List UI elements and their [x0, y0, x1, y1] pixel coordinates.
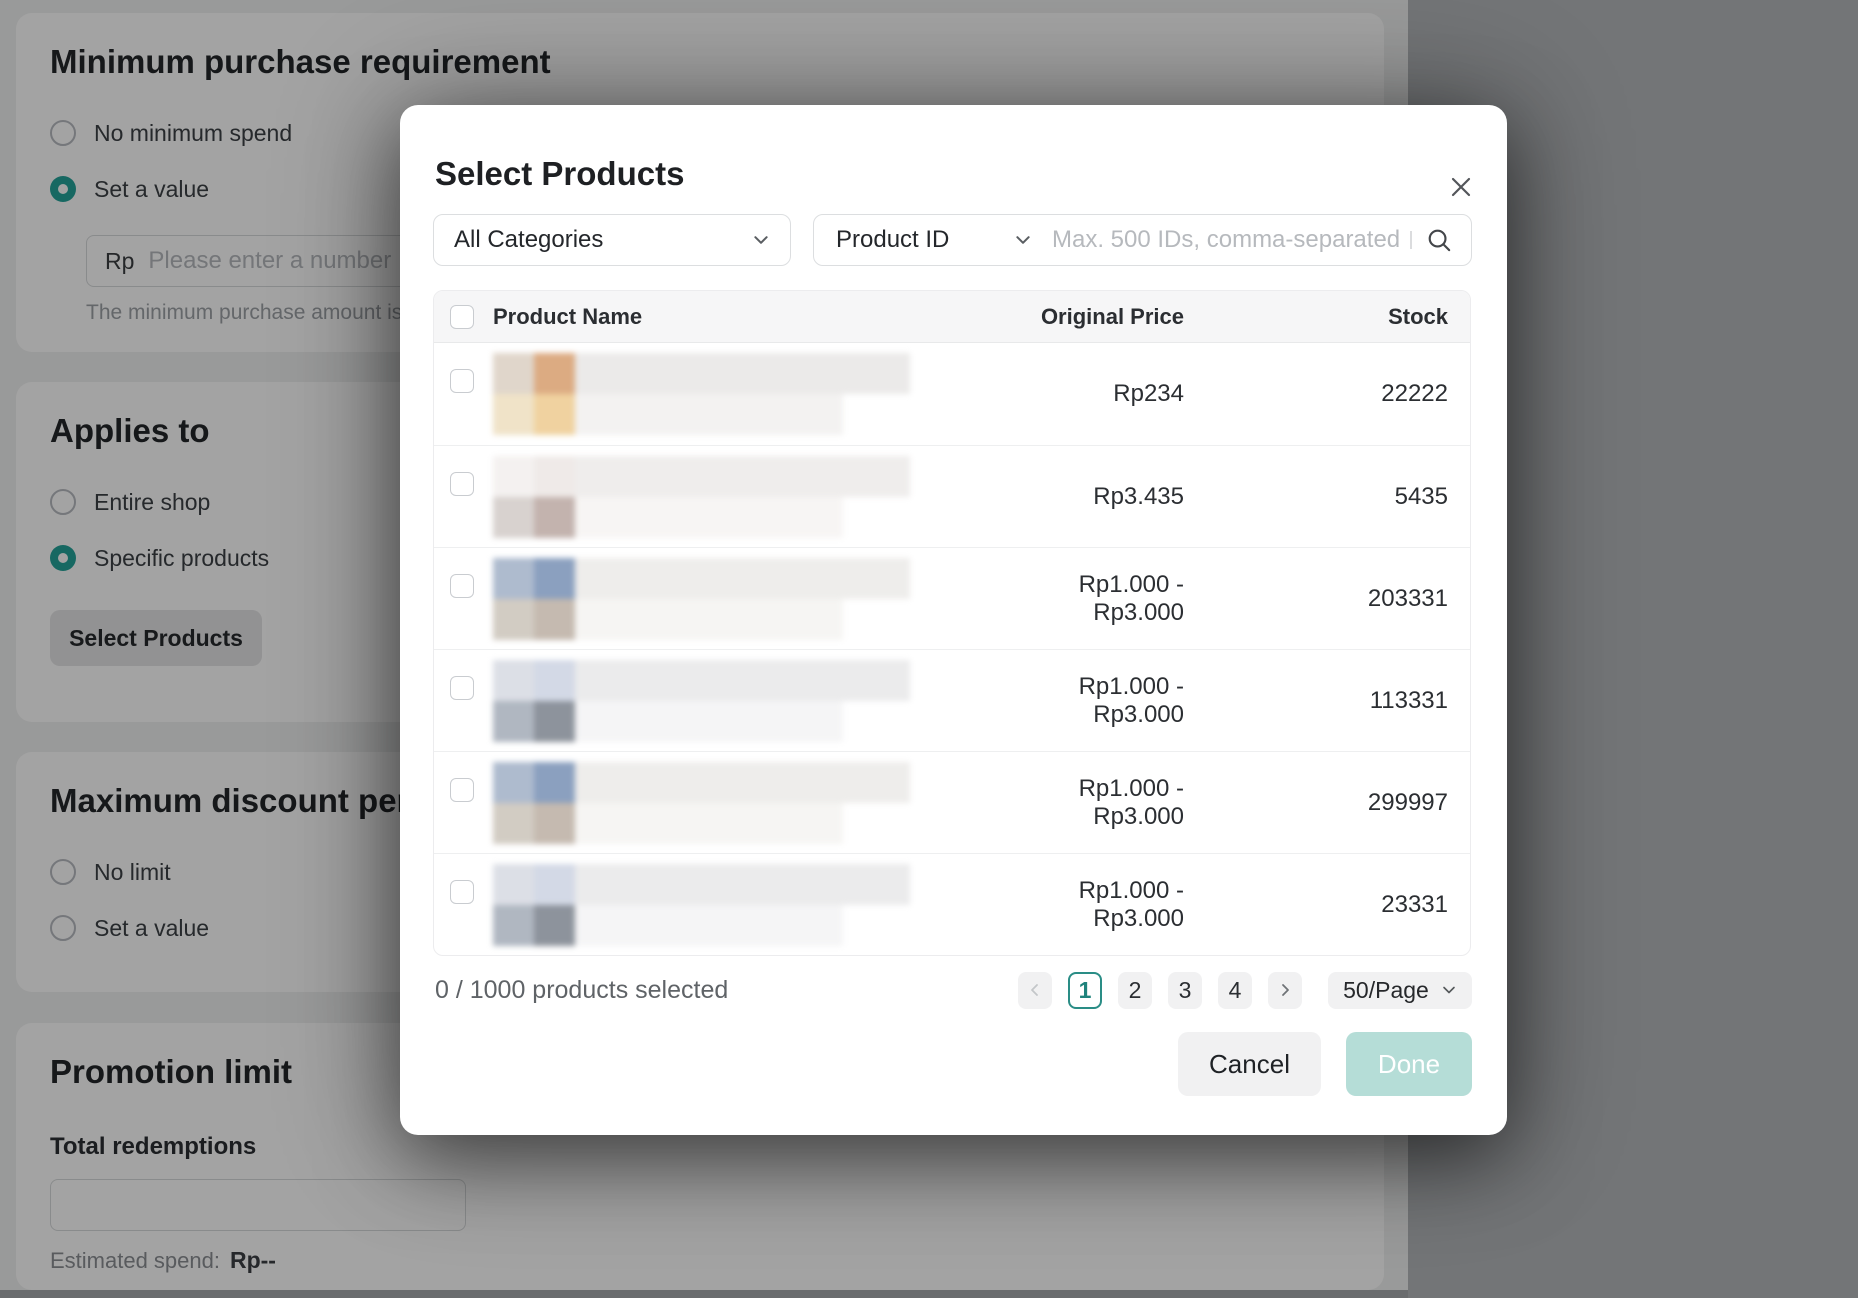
pagination: 1234 50/Page	[1018, 971, 1472, 1009]
filter-row: All Categories Product ID	[433, 214, 1472, 266]
cell-stock: 22222	[1184, 380, 1448, 408]
blurred-product-thumbnail	[493, 558, 910, 640]
category-value: All Categories	[454, 226, 603, 254]
category-dropdown[interactable]: All Categories	[433, 214, 791, 266]
table-row: Rp1.000 - Rp3.000203331	[434, 547, 1470, 649]
pagination-next-icon[interactable]	[1268, 972, 1302, 1009]
product-id-search-group: Product ID	[813, 214, 1472, 266]
chevron-down-icon	[752, 231, 770, 249]
page-size-dropdown[interactable]: 50/Page	[1328, 972, 1472, 1009]
header-stock: Stock	[1184, 304, 1448, 330]
search-type-dropdown[interactable]: Product ID	[814, 226, 1052, 254]
table-header-row: Product Name Original Price Stock	[434, 291, 1470, 343]
cell-stock: 299997	[1184, 789, 1448, 817]
modal-title: Select Products	[435, 155, 684, 193]
row-checkbox[interactable]	[450, 778, 474, 802]
cell-original-price: Rp234	[994, 380, 1184, 408]
blurred-product-thumbnail	[493, 456, 910, 538]
pagination-prev-icon[interactable]	[1018, 972, 1052, 1009]
cell-original-price: Rp1.000 - Rp3.000	[994, 877, 1184, 933]
table-row: Rp1.000 - Rp3.000299997	[434, 751, 1470, 853]
blurred-product-thumbnail	[493, 864, 910, 946]
search-type-value: Product ID	[836, 226, 949, 254]
close-icon[interactable]	[1445, 171, 1477, 203]
table-row: Rp23422222	[434, 343, 1470, 445]
cell-stock: 5435	[1184, 483, 1448, 511]
table-row: Rp1.000 - Rp3.000113331	[434, 649, 1470, 751]
row-checkbox[interactable]	[450, 472, 474, 496]
blurred-product-thumbnail	[493, 660, 910, 742]
page-size-value: 50/Page	[1343, 977, 1429, 1004]
blurred-product-thumbnail	[493, 353, 910, 435]
table-body: Rp23422222Rp3.4355435Rp1.000 - Rp3.00020…	[434, 343, 1470, 955]
done-button[interactable]: Done	[1346, 1032, 1472, 1096]
select-all-checkbox[interactable]	[450, 305, 474, 329]
table-row: Rp3.4355435	[434, 445, 1470, 547]
row-checkbox[interactable]	[450, 574, 474, 598]
row-checkbox[interactable]	[450, 676, 474, 700]
blurred-product-thumbnail	[493, 762, 910, 844]
cell-original-price: Rp3.435	[994, 483, 1184, 511]
chevron-down-icon	[1014, 231, 1032, 249]
selected-count: 0 / 1000 products selected	[435, 971, 728, 1009]
divider	[1410, 231, 1412, 249]
cell-stock: 23331	[1184, 891, 1448, 919]
cell-stock: 113331	[1184, 687, 1448, 715]
cell-original-price: Rp1.000 - Rp3.000	[994, 673, 1184, 729]
cell-original-price: Rp1.000 - Rp3.000	[994, 775, 1184, 831]
header-product-name: Product Name	[493, 304, 642, 330]
pagination-page-3[interactable]: 3	[1168, 972, 1202, 1009]
header-original-price: Original Price	[994, 304, 1184, 330]
product-id-search-input[interactable]	[1052, 226, 1402, 254]
pagination-page-1[interactable]: 1	[1068, 972, 1102, 1009]
pagination-page-2[interactable]: 2	[1118, 972, 1152, 1009]
cell-stock: 203331	[1184, 585, 1448, 613]
row-checkbox[interactable]	[450, 880, 474, 904]
table-row: Rp1.000 - Rp3.00023331	[434, 853, 1470, 955]
chevron-down-icon	[1441, 982, 1457, 998]
pagination-page-4[interactable]: 4	[1218, 972, 1252, 1009]
cell-original-price: Rp1.000 - Rp3.000	[994, 571, 1184, 627]
row-checkbox[interactable]	[450, 369, 474, 393]
products-table: Product Name Original Price Stock Rp2342…	[433, 290, 1471, 956]
search-icon[interactable]	[1426, 227, 1453, 254]
cancel-button[interactable]: Cancel	[1178, 1032, 1321, 1096]
select-products-modal: Select Products All Categories Product I…	[400, 105, 1507, 1135]
